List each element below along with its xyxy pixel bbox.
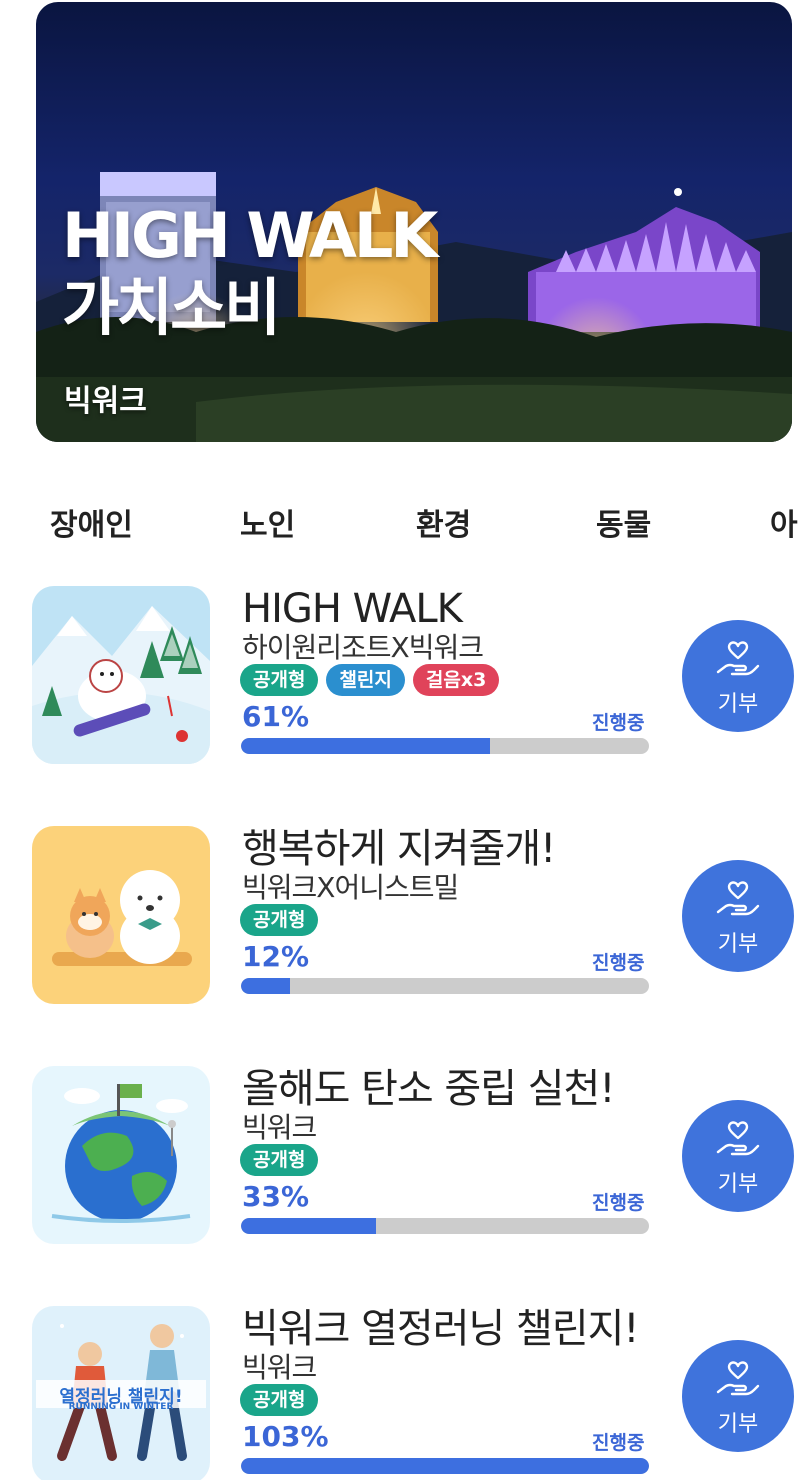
campaign-organizer: 하이원리조트X빅워크 [242,631,484,664]
banner-subtitle: 빅워크 [64,384,147,419]
campaign-item[interactable]: HIGH WALK 하이원리조트X빅워크 공개형 챌린지 걸음x3 61% 진행… [0,586,800,786]
campaign-item[interactable]: 행복하게 지켜줄개! 빅워크X어니스트밀 공개형 12% 진행중 기부 [0,826,800,1026]
campaign-badges: 공개형 [240,1384,319,1416]
progress-bar [241,1218,649,1234]
status-label: 진행중 [592,1192,645,1214]
campaign-item[interactable]: 올해도 탄소 중립 실천! 빅워크 공개형 33% 진행중 기부 [0,1066,800,1266]
badge-public: 공개형 [240,664,319,696]
badge-public: 공개형 [240,1384,319,1416]
tab-environment[interactable]: 환경 [416,500,471,544]
donate-label: 기부 [717,1412,759,1437]
status-label: 진행중 [592,952,645,974]
tab-animals[interactable]: 동물 [596,500,651,544]
progress-fill [241,978,290,994]
badge-public: 공개형 [240,904,319,936]
campaign-organizer: 빅워크 [242,1351,317,1384]
heart-hand-icon [716,641,760,676]
progress-percent: 61% [242,700,310,733]
progress-fill [241,1218,376,1234]
banner-title-line1: HIGH WALK [62,199,438,272]
tab-children[interactable]: 아 [770,500,798,544]
badge-steps-multiplier: 걸음x3 [412,664,500,696]
progress-fill [241,1458,649,1474]
campaign-badges: 공개형 [240,1144,319,1176]
campaign-badges: 공개형 [240,904,319,936]
category-tabs: 장애인 노인 환경 동물 아 [0,500,800,550]
hero-banner[interactable]: HIGH WALK 가치소비 빅워크 [36,2,792,442]
progress-bar [241,738,649,754]
badge-challenge: 챌린지 [326,664,405,696]
campaign-title[interactable]: 빅워크 열정러닝 챌린지! [242,1306,639,1352]
progress-percent: 33% [242,1180,310,1213]
donate-button[interactable]: 기부 [682,860,794,972]
campaign-item[interactable]: 열정러닝 챌린지! RUNNING IN WINTER 빅워크 열정러닝 챌린지… [0,1306,800,1480]
status-label: 진행중 [592,712,645,734]
cat-and-dog-icon [32,826,210,1004]
progress-percent: 12% [242,940,310,973]
status-label: 진행중 [592,1432,645,1454]
badge-public: 공개형 [240,1144,319,1176]
campaign-title[interactable]: HIGH WALK [242,586,463,632]
heart-hand-icon [716,1121,760,1156]
campaign-organizer: 빅워크 [242,1111,317,1144]
green-earth-icon [32,1066,210,1244]
donate-button[interactable]: 기부 [682,620,794,732]
donate-label: 기부 [717,932,759,957]
thumb-caption-sub: RUNNING IN WINTER [68,1402,174,1412]
donate-button[interactable]: 기부 [682,1340,794,1452]
banner-title: HIGH WALK 가치소비 [62,199,438,344]
banner-title-line2: 가치소비 [62,271,281,344]
heart-hand-icon [716,881,760,916]
donate-label: 기부 [717,692,759,717]
donate-button[interactable]: 기부 [682,1100,794,1212]
progress-bar [241,978,649,994]
heart-hand-icon [716,1361,760,1396]
progress-percent: 103% [242,1420,329,1453]
progress-fill [241,738,490,754]
snowboard-dog-icon [32,586,210,764]
donate-label: 기부 [717,1172,759,1197]
campaign-title[interactable]: 올해도 탄소 중립 실천! [242,1066,615,1112]
campaign-organizer: 빅워크X어니스트밀 [242,871,459,904]
tab-elderly[interactable]: 노인 [240,500,295,544]
winter-running-icon: 열정러닝 챌린지! RUNNING IN WINTER [32,1306,210,1480]
campaign-title[interactable]: 행복하게 지켜줄개! [242,826,556,872]
campaign-badges: 공개형 챌린지 걸음x3 [240,664,500,696]
progress-bar [241,1458,649,1474]
tab-disabled[interactable]: 장애인 [50,500,133,544]
